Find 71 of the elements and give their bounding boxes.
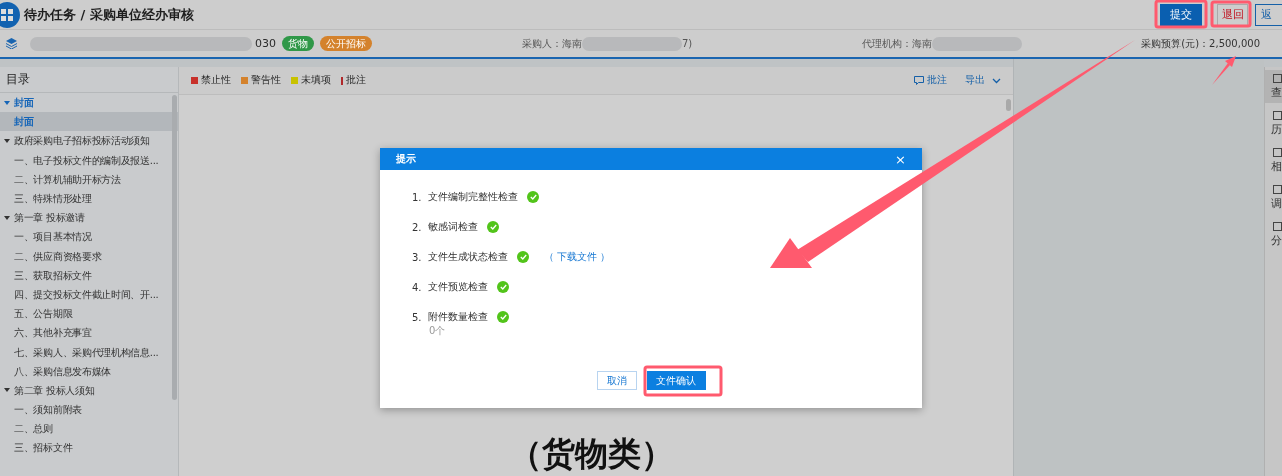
toc-item[interactable]: 二、供应商资格要求 xyxy=(0,246,178,266)
tool-icon xyxy=(1273,184,1282,194)
chevron-icon xyxy=(992,77,1001,84)
side-tab[interactable]: 查 xyxy=(1265,70,1282,103)
toc-item[interactable]: 六、其他补充事宜 xyxy=(0,323,178,343)
dialog-title: 提示 xyxy=(396,152,416,166)
check-label: 附件数量检查 xyxy=(428,310,488,324)
page-title: 待办任务 / 采购单位经办审核 xyxy=(24,5,195,24)
item-number: 1. xyxy=(412,191,423,203)
attachment-count: 0个 xyxy=(429,324,447,338)
comment-icon xyxy=(914,76,924,85)
project-number: 030 xyxy=(255,37,276,50)
purchaser-suffix: 7) xyxy=(682,38,693,49)
side-tab[interactable]: 分 xyxy=(1265,218,1282,251)
layers-icon xyxy=(6,38,17,49)
side-tab[interactable]: 历 xyxy=(1265,107,1282,140)
item-number: 5. xyxy=(412,311,423,323)
toc-item[interactable]: 七、采购人、采购代理机构信息... xyxy=(0,342,178,362)
toc-item[interactable]: 二、计算机辅助开标方法 xyxy=(0,169,178,189)
legend-label: 警告性 xyxy=(251,74,281,87)
tag: 货物 xyxy=(282,36,314,51)
side-tab[interactable]: 相 xyxy=(1265,144,1282,177)
toc-item[interactable]: 四、提交投标文件截止时间、开... xyxy=(0,284,178,305)
comment-button[interactable]: 批注 xyxy=(914,74,947,87)
toc-item[interactable]: 八、采购信息发布媒体 xyxy=(0,361,178,381)
toc-item[interactable]: 二、总则 xyxy=(0,419,178,439)
return-button[interactable]: 退回 xyxy=(1217,3,1248,26)
tool-icon xyxy=(1273,73,1282,83)
legend-label: 禁止性 xyxy=(201,74,231,87)
toc-item[interactable]: 三、获取招标文件 xyxy=(0,265,178,285)
toc-item[interactable]: 一、须知前附表 xyxy=(0,400,178,420)
submit-button[interactable]: 提交 xyxy=(1160,3,1202,26)
highlight-box xyxy=(1154,0,1208,29)
toc-item[interactable]: 五、公告期限 xyxy=(0,304,178,324)
toc-item[interactable]: 一、项目基本情况 xyxy=(0,227,178,247)
check-label: 文件生成状态检查 xyxy=(428,250,508,264)
item-number: 2. xyxy=(412,221,423,233)
tag: 公开招标 xyxy=(320,36,372,51)
toc-item[interactable]: 一、电子投标文件的编制及报送... xyxy=(0,150,178,170)
toc-item[interactable]: 三、特殊情形处理 xyxy=(0,188,178,209)
tool-icon xyxy=(1273,110,1282,120)
purchaser-label: 采购人：海南 xyxy=(522,36,582,51)
toc-item[interactable]: 三、招标文件 xyxy=(0,438,178,458)
toc-section[interactable]: 封面 xyxy=(0,93,178,113)
item-number: 4. xyxy=(412,281,423,293)
scrollbar[interactable] xyxy=(172,95,177,400)
document-heading: （货物类） xyxy=(508,434,674,474)
grid-icon[interactable] xyxy=(0,1,20,28)
export-button[interactable]: 导出 xyxy=(965,74,1001,87)
highlight-box xyxy=(1210,0,1252,28)
item-number: 3. xyxy=(412,251,423,263)
confirm-button[interactable]: 文件确认 xyxy=(646,371,706,390)
scrollbar[interactable] xyxy=(1006,99,1011,111)
legend-label: 批注 xyxy=(346,74,366,87)
download-link[interactable]: （ 下载文件 ） xyxy=(544,250,611,264)
agency-label: 代理机构：海南 xyxy=(862,36,933,51)
toc-title: 目录 xyxy=(0,67,178,93)
tool-icon xyxy=(1273,221,1282,231)
back-button[interactable]: 返 xyxy=(1255,3,1282,26)
tool-icon xyxy=(1273,147,1282,157)
side-tab[interactable]: 调 xyxy=(1265,181,1282,214)
cancel-button[interactable]: 取消 xyxy=(596,371,637,390)
check-label: 文件预览检查 xyxy=(428,280,488,294)
check-label: 敏感词检查 xyxy=(428,220,478,234)
toc-section[interactable]: 第二章 投标人须知 xyxy=(0,380,178,400)
close-button[interactable]: × xyxy=(895,151,906,167)
toc-section[interactable]: 第一章 投标邀请 xyxy=(0,208,178,228)
legend-label: 未填项 xyxy=(301,74,331,87)
toc-section[interactable]: 政府采购电子招标投标活动须知 xyxy=(0,131,178,151)
check-label: 文件编制完整性检查 xyxy=(428,190,518,204)
budget-text: 采购预算(元)：2,500,000 xyxy=(1141,36,1260,51)
